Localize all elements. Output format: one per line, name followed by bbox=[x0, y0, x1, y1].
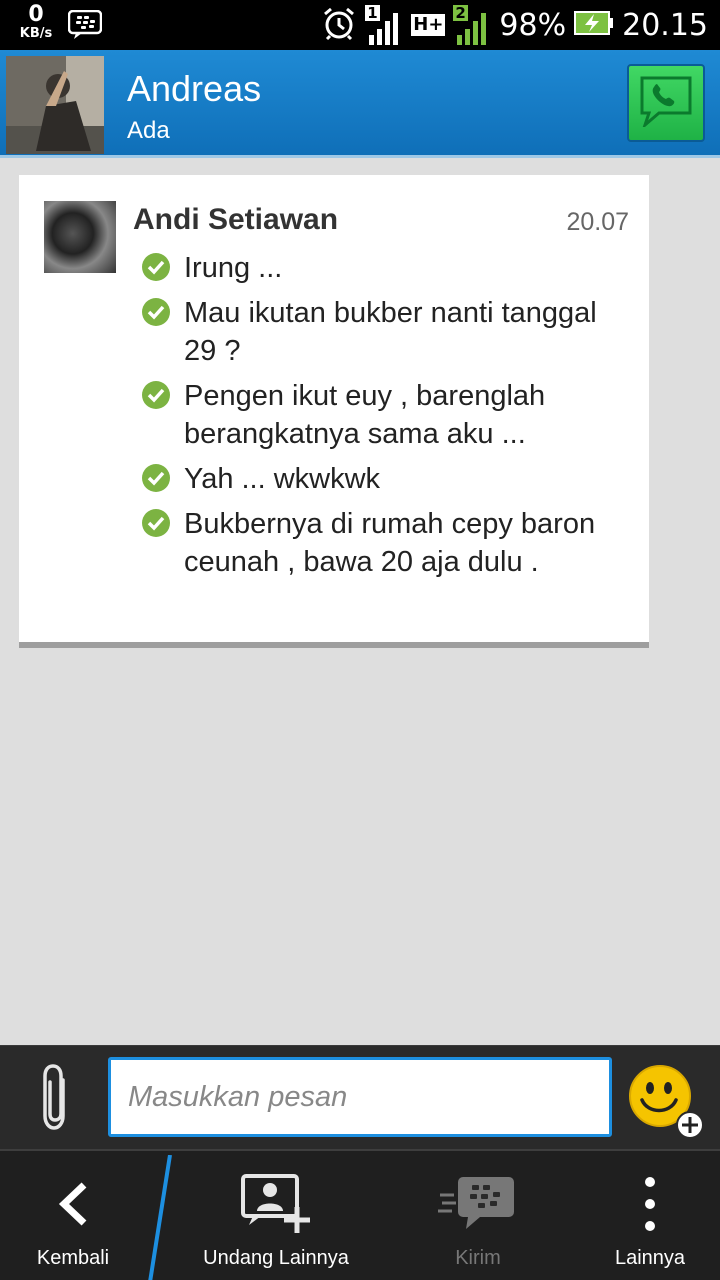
more-vertical-icon bbox=[644, 1165, 656, 1243]
message-item[interactable]: Pengen ikut euy , barenglah berangkatnya… bbox=[141, 377, 631, 453]
add-contact-icon bbox=[239, 1165, 313, 1243]
network-type: H+ bbox=[411, 14, 446, 36]
message-input[interactable] bbox=[108, 1057, 612, 1137]
bottom-nav: Kembali Undang Lainnya Kirim Lainnya bbox=[0, 1149, 720, 1280]
call-button[interactable] bbox=[627, 64, 705, 142]
invite-more-label: Undang Lainnya bbox=[203, 1247, 349, 1269]
battery-percent: 98% bbox=[499, 7, 567, 43]
bbm-send-icon bbox=[438, 1165, 518, 1243]
chat-area[interactable]: Andi Setiawan 20.07 Irung ... Mau ikutan… bbox=[0, 161, 720, 1045]
clock: 20.15 bbox=[622, 7, 708, 43]
net-speed-value: 0 bbox=[28, 2, 44, 27]
contact-status: Ada bbox=[127, 117, 170, 144]
sender-avatar[interactable] bbox=[44, 201, 116, 273]
delivered-check-icon bbox=[142, 253, 170, 281]
delivered-check-icon bbox=[142, 509, 170, 537]
emoji-add-icon bbox=[628, 1065, 706, 1146]
sender-name: Andi Setiawan bbox=[133, 203, 339, 236]
nav-divider bbox=[148, 1155, 172, 1280]
delivered-check-icon bbox=[142, 298, 170, 326]
chevron-left-icon bbox=[56, 1165, 90, 1243]
delivered-check-icon bbox=[142, 464, 170, 492]
signal-icon: 1 bbox=[365, 5, 403, 45]
more-label: Lainnya bbox=[614, 1247, 686, 1269]
attach-button[interactable] bbox=[30, 1062, 80, 1136]
paperclip-icon bbox=[37, 1062, 73, 1136]
more-button[interactable]: Lainnya bbox=[590, 1151, 710, 1280]
net-speed-unit: KB/s bbox=[19, 26, 53, 41]
message-card[interactable]: Andi Setiawan 20.07 Irung ... Mau ikutan… bbox=[19, 175, 649, 648]
delivered-check-icon bbox=[142, 381, 170, 409]
message-item[interactable]: Bukbernya di rumah cepy baron ceunah , b… bbox=[141, 505, 631, 581]
phone-icon bbox=[637, 75, 695, 131]
back-label: Kembali bbox=[36, 1247, 110, 1269]
bbm-icon bbox=[67, 9, 103, 44]
message-text: Irung ... bbox=[184, 252, 283, 284]
back-button[interactable]: Kembali bbox=[0, 1151, 146, 1280]
message-time: 20.07 bbox=[566, 208, 629, 236]
send-button[interactable]: Kirim bbox=[410, 1151, 546, 1280]
message-text: Pengen ikut euy , barenglah berangkatnya… bbox=[184, 380, 546, 450]
message-item[interactable]: Mau ikutan bukber nanti tanggal 29 ? bbox=[141, 294, 631, 370]
message-list: Irung ... Mau ikutan bukber nanti tangga… bbox=[141, 249, 631, 588]
chat-header: Andreas Ada bbox=[0, 50, 720, 158]
net-speed-indicator: 0 KB/s bbox=[16, 2, 56, 41]
message-item[interactable]: Irung ... bbox=[141, 249, 631, 287]
invite-more-button[interactable]: Undang Lainnya bbox=[190, 1151, 362, 1280]
contact-name[interactable]: Andreas bbox=[127, 68, 261, 110]
alarm-icon bbox=[321, 5, 357, 45]
message-item[interactable]: Yah ... wkwkwk bbox=[141, 460, 631, 498]
message-text: Bukbernya di rumah cepy baron ceunah , b… bbox=[184, 508, 596, 578]
contact-avatar[interactable] bbox=[6, 56, 104, 154]
input-bar bbox=[0, 1045, 720, 1149]
battery-charging-icon bbox=[574, 10, 614, 40]
emoji-button[interactable] bbox=[628, 1064, 706, 1142]
status-bar: 0 KB/s 1 H+ 2 98% 20.15 bbox=[0, 0, 720, 50]
message-text: Mau ikutan bukber nanti tanggal 29 ? bbox=[184, 297, 597, 367]
signal-icon: 2 bbox=[453, 5, 491, 45]
send-label: Kirim bbox=[455, 1247, 501, 1269]
message-text: Yah ... wkwkwk bbox=[184, 463, 381, 495]
